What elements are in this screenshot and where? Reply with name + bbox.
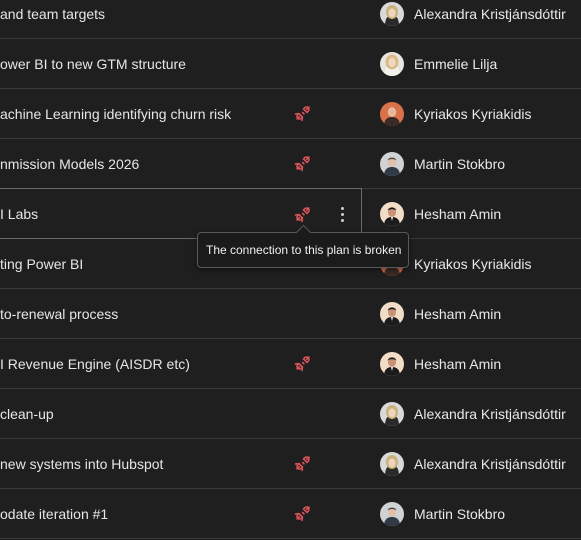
broken-link-icon[interactable] xyxy=(293,453,313,473)
avatar-woman-blonde-grey xyxy=(380,452,404,476)
broken-link-icon[interactable] xyxy=(293,103,313,123)
owner-name: Hesham Amin xyxy=(414,356,502,372)
plan-name-cell[interactable]: achine Learning identifying churn risk xyxy=(0,88,362,139)
broken-link-icon[interactable] xyxy=(293,153,313,173)
table-row[interactable]: clean-up Alexandra Kristjánsdóttir xyxy=(0,389,581,439)
avatar-man-grey xyxy=(380,152,404,176)
owner-cell[interactable]: Hesham Amin xyxy=(380,351,501,377)
table-row[interactable]: achine Learning identifying churn risk K… xyxy=(0,89,581,139)
plan-name[interactable]: I Labs xyxy=(0,206,38,222)
table-row[interactable]: to-renewal process Hesham Amin xyxy=(0,289,581,339)
broken-link-icon[interactable] xyxy=(293,503,313,523)
table-row[interactable]: odate iteration #1 Martin Stokbro xyxy=(0,489,581,539)
avatar-man-suit xyxy=(380,352,404,376)
plan-name-cell[interactable]: I Revenue Engine (AISDR etc) xyxy=(0,338,362,389)
table-row[interactable]: I Revenue Engine (AISDR etc) Hesham Amin xyxy=(0,339,581,389)
avatar-man-suit xyxy=(380,302,404,326)
table-row[interactable]: nmission Models 2026 Martin Stokbro xyxy=(0,139,581,189)
more-vertical-icon[interactable] xyxy=(332,203,352,225)
owner-name: Alexandra Kristjánsdóttir xyxy=(414,406,566,422)
owner-name: Martin Stokbro xyxy=(414,156,506,172)
plan-name[interactable]: I Revenue Engine (AISDR etc) xyxy=(0,356,190,372)
plans-grid: and team targets Alexandra Kristjánsdótt… xyxy=(0,0,581,540)
plan-name[interactable]: nmission Models 2026 xyxy=(0,156,139,172)
tooltip-text: The connection to this plan is broken xyxy=(206,243,402,257)
broken-connection-tooltip: The connection to this plan is broken xyxy=(197,224,409,268)
plan-name[interactable]: ower BI to new GTM structure xyxy=(0,56,186,72)
owner-name: Alexandra Kristjánsdóttir xyxy=(414,456,566,472)
plan-name[interactable]: clean-up xyxy=(0,406,54,422)
table-row[interactable]: new systems into Hubspot Alexandra Krist… xyxy=(0,439,581,489)
owner-name: Hesham Amin xyxy=(414,206,502,222)
table-row[interactable]: ower BI to new GTM structure Emmelie Lil… xyxy=(0,39,581,89)
plan-name[interactable]: new systems into Hubspot xyxy=(0,456,163,472)
table-row[interactable]: and team targets Alexandra Kristjánsdótt… xyxy=(0,0,581,39)
owner-name: Alexandra Kristjánsdóttir xyxy=(414,6,566,22)
owner-cell[interactable]: Kyriakos Kyriakidis xyxy=(380,101,531,127)
owner-name: Hesham Amin xyxy=(414,306,502,322)
plan-name[interactable]: ting Power BI xyxy=(0,256,83,272)
owner-cell[interactable]: Alexandra Kristjánsdóttir xyxy=(380,401,566,427)
broken-link-icon[interactable] xyxy=(293,204,313,224)
plan-name-cell[interactable]: clean-up xyxy=(0,388,362,439)
plan-name-cell[interactable]: and team targets xyxy=(0,0,362,39)
owner-cell[interactable]: Martin Stokbro xyxy=(380,501,505,527)
plan-name-cell[interactable]: new systems into Hubspot xyxy=(0,438,362,489)
avatar-man-suit xyxy=(380,202,404,226)
plan-name[interactable]: odate iteration #1 xyxy=(0,506,108,522)
plan-name[interactable]: and team targets xyxy=(0,6,105,22)
avatar-woman-blonde-grey xyxy=(380,2,404,26)
broken-link-icon[interactable] xyxy=(293,353,313,373)
owner-cell[interactable]: Martin Stokbro xyxy=(380,151,505,177)
owner-cell[interactable]: Hesham Amin xyxy=(380,301,501,327)
avatar-man-grey xyxy=(380,502,404,526)
plan-name[interactable]: to-renewal process xyxy=(0,306,118,322)
owner-name: Kyriakos Kyriakidis xyxy=(414,256,532,272)
plan-name-cell[interactable]: nmission Models 2026 xyxy=(0,138,362,189)
plan-name-cell[interactable]: ower BI to new GTM structure xyxy=(0,38,362,89)
owner-cell[interactable]: Alexandra Kristjánsdóttir xyxy=(380,1,566,27)
owner-cell[interactable]: Emmelie Lilja xyxy=(380,51,497,77)
plan-name[interactable]: achine Learning identifying churn risk xyxy=(0,106,231,122)
avatar-woman-blonde-light xyxy=(380,52,404,76)
plan-name-cell[interactable]: odate iteration #1 xyxy=(0,488,362,539)
owner-name: Martin Stokbro xyxy=(414,506,506,522)
owner-name: Kyriakos Kyriakidis xyxy=(414,106,532,122)
avatar-woman-blonde-grey xyxy=(380,402,404,426)
owner-cell[interactable]: Hesham Amin xyxy=(380,201,501,227)
owner-name: Emmelie Lilja xyxy=(414,56,498,72)
owner-cell[interactable]: Alexandra Kristjánsdóttir xyxy=(380,451,566,477)
plan-name-cell[interactable]: to-renewal process xyxy=(0,288,362,339)
avatar-man-orange xyxy=(380,102,404,126)
